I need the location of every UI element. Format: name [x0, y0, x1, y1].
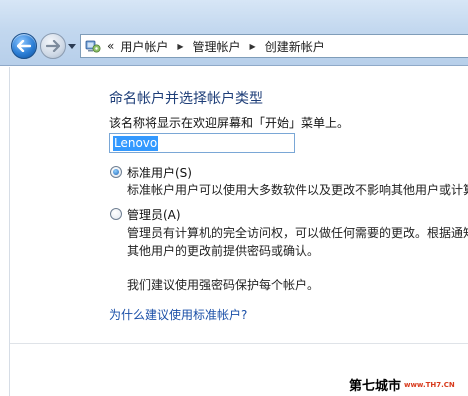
forward-button[interactable] [40, 33, 66, 59]
account-name-field[interactable]: Lenovo [109, 133, 295, 153]
standard-user-radio[interactable] [110, 166, 122, 178]
forward-arrow-icon [46, 40, 60, 52]
breadcrumb-arrow-icon[interactable]: ▶ [177, 42, 183, 51]
navigation-bar: « 用户帐户 ▶ 管理帐户 ▶ 创建新帐户 [0, 0, 468, 66]
address-bar[interactable]: « 用户帐户 ▶ 管理帐户 ▶ 创建新帐户 [80, 34, 468, 58]
breadcrumb-item-manage-accounts[interactable]: 管理帐户 [193, 38, 241, 55]
chevron-down-icon[interactable] [68, 44, 76, 50]
name-prompt-label: 该名称将显示在欢迎屏幕和「开始」菜单上。 [109, 116, 350, 130]
footer-divider [10, 343, 468, 344]
account-name-value[interactable]: Lenovo [113, 135, 159, 151]
password-recommendation: 我们建议使用强密码保护每个帐户。 [127, 278, 320, 292]
why-standard-account-link[interactable]: 为什么建议使用标准帐户? [109, 306, 247, 323]
standard-user-description: 标准帐户用户可以使用大多数软件以及更改不影响其他用户或计算 [127, 183, 468, 197]
administrator-label[interactable]: 管理员(A) [127, 206, 181, 223]
watermark-site-url: www.TH7.CN [404, 381, 455, 389]
page-title: 命名帐户并选择帐户类型 [109, 91, 263, 107]
back-button[interactable] [11, 33, 37, 59]
control-panel-icon [85, 40, 101, 53]
administrator-radio[interactable] [110, 208, 122, 220]
breadcrumb-item-create-account[interactable]: 创建新帐户 [265, 38, 325, 55]
breadcrumb-overflow[interactable]: « [107, 39, 114, 53]
breadcrumb-item-user-accounts[interactable]: 用户帐户 [120, 38, 168, 55]
administrator-description-line-1: 管理员有计算机的完全访问权，可以做任何需要的更改。根据通知 [127, 226, 468, 240]
standard-user-label[interactable]: 标准用户(S) [127, 164, 192, 181]
breadcrumb-arrow-icon[interactable]: ▶ [250, 42, 256, 51]
watermark-site-name: 第七城市 [349, 379, 402, 394]
administrator-description-line-2: 其他用户的更改前提供密码或确认。 [127, 244, 320, 258]
back-arrow-icon [17, 40, 31, 52]
